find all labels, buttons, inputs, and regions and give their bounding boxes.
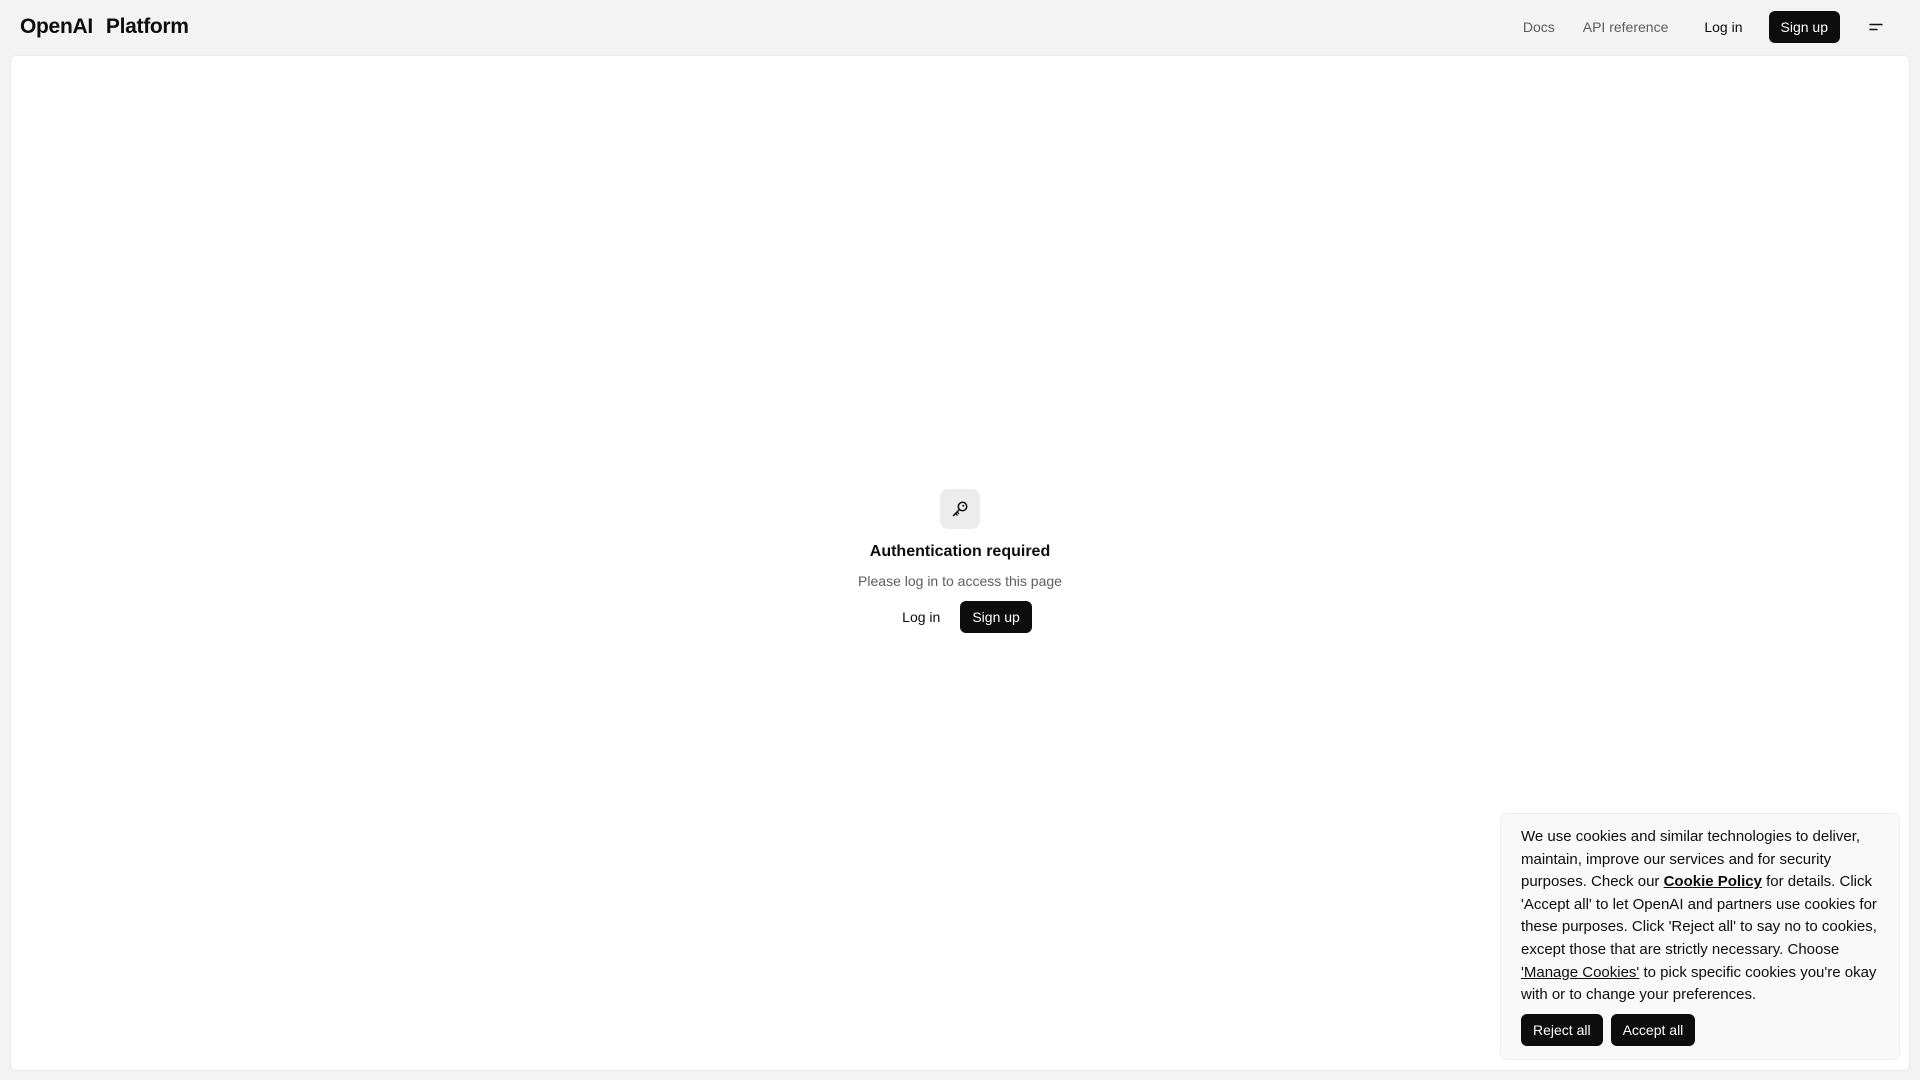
auth-login-button[interactable]: Log in <box>888 601 954 633</box>
top-nav: Docs API reference Log in Sign up <box>1513 11 1900 43</box>
auth-required-section: Authentication required Please log in to… <box>760 489 1160 633</box>
menu-icon <box>1869 23 1883 31</box>
key-icon <box>952 501 968 517</box>
cookie-actions: Reject all Accept all <box>1521 1013 1879 1046</box>
cookie-text: We use cookies and similar technologies … <box>1521 826 1879 1007</box>
nav-api-reference-link[interactable]: API reference <box>1573 13 1679 41</box>
header-login-button[interactable]: Log in <box>1690 11 1756 43</box>
manage-cookies-link[interactable]: 'Manage Cookies' <box>1521 964 1639 981</box>
auth-title: Authentication required <box>869 543 1051 560</box>
key-badge <box>940 489 980 529</box>
menu-button[interactable] <box>1862 13 1890 41</box>
nav-docs-link[interactable]: Docs <box>1513 13 1565 41</box>
cookie-policy-link[interactable]: Cookie Policy <box>1664 873 1762 890</box>
brand-openai: OpenAI <box>20 15 93 38</box>
cookie-banner: We use cookies and similar technologies … <box>1500 813 1900 1060</box>
reject-all-button[interactable]: Reject all <box>1521 1013 1603 1046</box>
auth-subtitle: Please log in to access this page <box>858 573 1062 589</box>
brand-platform: Platform <box>105 15 189 38</box>
auth-actions: Log in Sign up <box>888 601 1032 633</box>
top-bar: OpenAI Platform Docs API reference Log i… <box>0 0 1920 54</box>
accept-all-button[interactable]: Accept all <box>1610 1013 1696 1046</box>
header-signup-button[interactable]: Sign up <box>1768 11 1840 43</box>
brand-logo[interactable]: OpenAI Platform <box>20 15 189 39</box>
auth-signup-button[interactable]: Sign up <box>960 601 1032 633</box>
